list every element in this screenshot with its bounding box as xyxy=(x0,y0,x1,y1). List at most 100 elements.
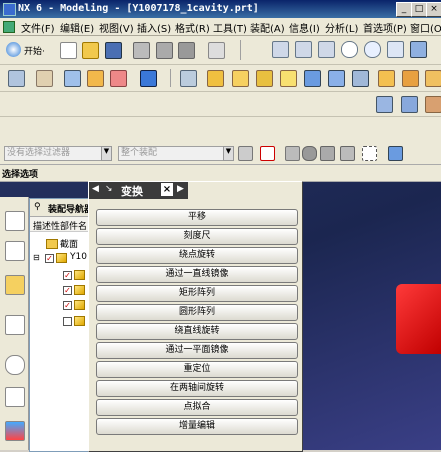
start-button[interactable]: 开始· xyxy=(24,44,45,57)
pin-icon[interactable]: ⚲ xyxy=(34,202,41,212)
cube-select-icon[interactable] xyxy=(388,146,403,161)
undo-icon[interactable] xyxy=(208,42,225,59)
system-materials-tab-icon[interactable] xyxy=(5,387,25,407)
copy-icon[interactable] xyxy=(156,42,173,59)
through-curves-icon[interactable] xyxy=(425,96,441,113)
sphere-icon[interactable] xyxy=(302,146,317,161)
rectangular-array-button[interactable]: 矩形阵列 xyxy=(96,285,298,302)
paste-icon[interactable] xyxy=(178,42,195,59)
red-part[interactable] xyxy=(396,284,441,354)
arrow-icon[interactable] xyxy=(340,146,355,161)
scale-body-icon[interactable] xyxy=(328,70,345,87)
close-icon[interactable]: × xyxy=(161,183,173,196)
toolbar-area-empty xyxy=(0,117,441,142)
orient-icon[interactable] xyxy=(387,41,404,58)
menu-format[interactable]: 格式(R) xyxy=(175,20,210,35)
maximize-button[interactable]: □ xyxy=(411,2,427,17)
collapse-icon[interactable]: ⊟ xyxy=(33,253,40,262)
rotate-between-axes-button[interactable]: 在两轴间旋转 xyxy=(96,380,298,397)
rotate-about-point-button[interactable]: 绕点旋转 xyxy=(96,247,298,264)
menu-view[interactable]: 视图(V) xyxy=(99,20,134,35)
menu-window[interactable]: 窗口(O) xyxy=(410,20,441,35)
rectangle-select-icon[interactable] xyxy=(362,146,377,161)
trim-body-icon[interactable] xyxy=(352,70,369,87)
reset-icon[interactable]: ↘ xyxy=(105,184,113,194)
zoom-icon[interactable] xyxy=(341,41,358,58)
chevron-left-icon[interactable]: ◀ xyxy=(92,184,99,194)
history-tab-icon[interactable] xyxy=(5,355,25,375)
menu-file[interactable]: 文件(F) xyxy=(21,20,55,35)
checkbox[interactable]: ✓ xyxy=(63,286,72,295)
menu-analysis[interactable]: 分析(L) xyxy=(325,20,358,35)
checkbox[interactable] xyxy=(63,317,72,326)
chevron-down-icon[interactable]: ▼ xyxy=(101,146,112,161)
checkbox[interactable]: ✓ xyxy=(63,271,72,280)
selection-scope-combo[interactable]: 整个装配 xyxy=(118,146,230,161)
draft-icon[interactable] xyxy=(280,70,297,87)
dialog-header[interactable]: ◀ ↘ 变换 × ▶ xyxy=(89,182,188,199)
mirror-through-line-button[interactable]: 通过一直线镜像 xyxy=(96,266,298,283)
edge-blend-icon[interactable] xyxy=(207,70,224,87)
unite-icon[interactable] xyxy=(180,70,197,87)
chamfer-icon[interactable] xyxy=(232,70,249,87)
circular-array-button[interactable]: 圆形阵列 xyxy=(96,304,298,321)
menu-edit[interactable]: 编辑(E) xyxy=(60,20,94,35)
scale-button[interactable]: 刻度尺 xyxy=(96,228,298,245)
chevron-down-icon[interactable]: ▼ xyxy=(223,146,234,161)
menu-preferences[interactable]: 首选项(P) xyxy=(363,20,407,35)
palette-tab-icon[interactable] xyxy=(5,421,25,441)
reposition-button[interactable]: 重定位 xyxy=(96,361,298,378)
minimize-button[interactable]: _ xyxy=(396,2,412,17)
menu-insert[interactable]: 插入(S) xyxy=(137,20,171,35)
feature-icon[interactable] xyxy=(425,70,441,87)
menu-tools[interactable]: 工具(T) xyxy=(213,20,247,35)
mirror-icon[interactable] xyxy=(402,70,419,87)
hole-icon[interactable] xyxy=(87,70,104,87)
save-icon[interactable] xyxy=(105,42,122,59)
menu-assembly[interactable]: 装配(A) xyxy=(250,20,285,35)
edge-icon[interactable] xyxy=(320,146,335,161)
checkbox[interactable]: ✓ xyxy=(45,254,54,263)
snap-point-icon[interactable] xyxy=(260,146,275,161)
folder-icon xyxy=(46,239,58,249)
translate-button[interactable]: 平移 xyxy=(96,209,298,226)
mirror-through-plane-button[interactable]: 通过一平面镜像 xyxy=(96,342,298,359)
chevron-right-icon[interactable]: ▶ xyxy=(177,184,184,194)
menu-info[interactable]: 信息(I) xyxy=(289,20,320,35)
shaded-view-icon[interactable] xyxy=(410,41,427,58)
cut-icon[interactable] xyxy=(133,42,150,59)
zoom-fit-icon[interactable] xyxy=(318,41,335,58)
reuse-library-tab-icon[interactable] xyxy=(5,315,25,335)
tree-item-section[interactable]: 截面 xyxy=(60,237,78,250)
part-navigator-tab-icon[interactable] xyxy=(5,275,25,295)
start-icon[interactable] xyxy=(6,42,21,57)
gear-icon[interactable] xyxy=(238,146,253,161)
pattern-icon[interactable] xyxy=(378,70,395,87)
navigator-column-header[interactable]: 描述性部件名 xyxy=(30,217,94,232)
rotate-icon[interactable] xyxy=(364,41,381,58)
surface-icon[interactable] xyxy=(376,96,393,113)
zoom-window-icon[interactable] xyxy=(295,41,312,58)
point-fit-button[interactable]: 点拟合 xyxy=(96,399,298,416)
selection-filter-combo[interactable]: 没有选择过滤器 xyxy=(4,146,108,161)
rotate-about-line-button[interactable]: 绕直线旋转 xyxy=(96,323,298,340)
revolve-icon[interactable] xyxy=(64,70,81,87)
close-window-button[interactable]: × xyxy=(426,2,441,17)
undo-selection-icon[interactable] xyxy=(285,146,300,161)
mesh-surface-icon[interactable] xyxy=(401,96,418,113)
extrude-icon[interactable] xyxy=(36,70,53,87)
sketch-icon[interactable] xyxy=(8,70,25,87)
block-icon[interactable] xyxy=(140,70,157,87)
delta-edit-button[interactable]: 增量编辑 xyxy=(96,418,298,435)
boss-icon[interactable] xyxy=(110,70,127,87)
document-icon[interactable] xyxy=(3,21,15,33)
constraint-navigator-tab-icon[interactable] xyxy=(5,241,25,261)
offset-face-icon[interactable] xyxy=(304,70,321,87)
assembly-navigator-tab-icon[interactable] xyxy=(5,211,25,231)
new-file-icon[interactable] xyxy=(60,42,77,59)
tree-item-assembly[interactable]: Y10 xyxy=(70,252,87,262)
open-folder-icon[interactable] xyxy=(82,42,99,59)
fit-icon[interactable] xyxy=(272,41,289,58)
checkbox[interactable]: ✓ xyxy=(63,301,72,310)
shell-icon[interactable] xyxy=(256,70,273,87)
